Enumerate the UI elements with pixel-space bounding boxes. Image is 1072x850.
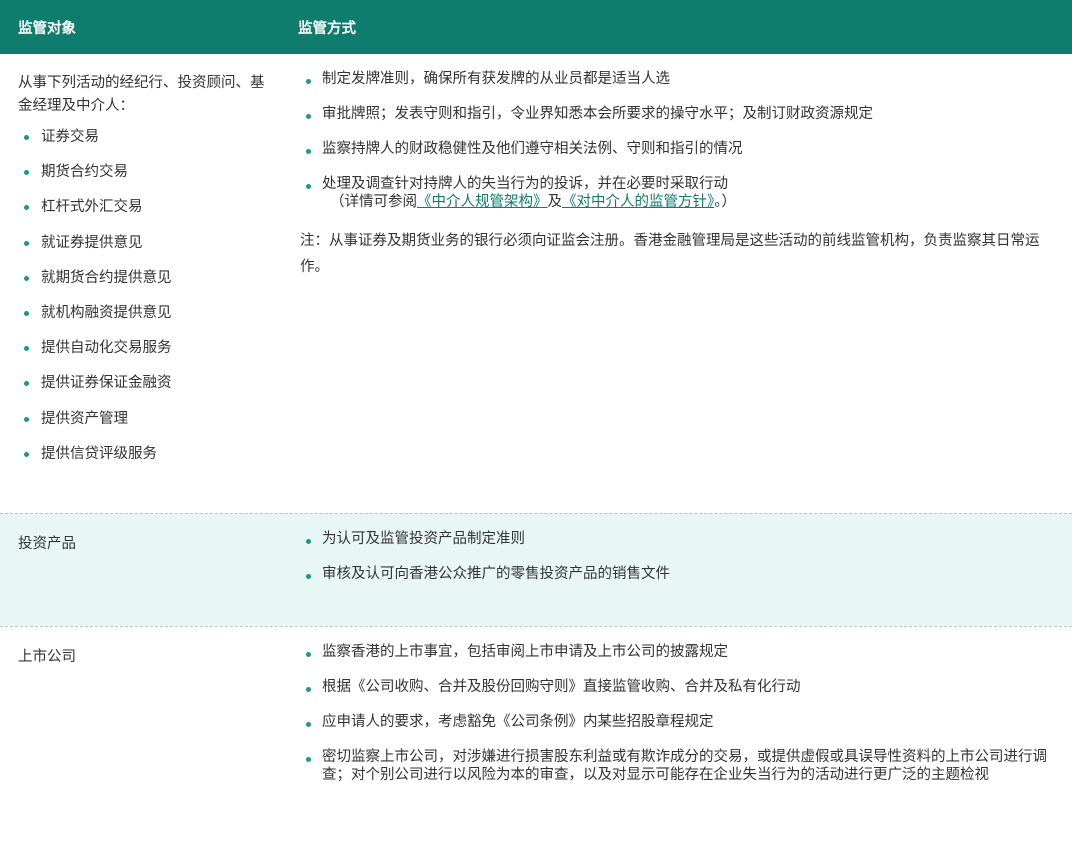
- list-item: 就期货合约提供意见: [18, 267, 282, 302]
- list-item: 密切监察上市公司，对涉嫌进行损害股东利益或有欺诈成分的交易，或提供虚假或具误导性…: [300, 748, 1058, 784]
- list-item: 监察香港的上市事宜，包括审阅上市申请及上市公司的披露规定: [300, 643, 1058, 661]
- method-list: 监察香港的上市事宜，包括审阅上市申请及上市公司的披露规定 根据《公司收购、合并及…: [300, 643, 1058, 784]
- list-item: 处理及调查针对持牌人的失当行为的投诉，并在必要时采取行动 （详情可参阅《中介人规…: [300, 175, 1058, 211]
- note-text: 注：从事证券及期货业务的银行必须向证监会注册。香港金融管理局是这些活动的前线监管…: [300, 233, 1040, 275]
- list-item: 期货合约交易: [18, 161, 282, 196]
- list-item: 证券交易: [18, 126, 282, 161]
- subject-cell: 投资产品: [0, 514, 282, 626]
- list-item: 应申请人的要求，考虑豁免《公司条例》内某些招股章程规定: [300, 713, 1058, 731]
- cite-and: 及: [547, 194, 563, 210]
- subject-cell: 从事下列活动的经纪行、投资顾问、基金经理及中介人： 证券交易 期货合约交易 杠杆…: [0, 54, 282, 513]
- table-row: 上市公司 监察香港的上市事宜，包括审阅上市申请及上市公司的披露规定 根据《公司收…: [0, 626, 1072, 850]
- list-item: 提供信贷评级服务: [18, 443, 282, 478]
- regulation-table: 监管对象 监管方式 从事下列活动的经纪行、投资顾问、基金经理及中介人： 证券交易…: [0, 0, 1072, 850]
- subject-label: 投资产品: [18, 536, 76, 552]
- list-item: 提供证券保证金融资: [18, 372, 282, 407]
- list-item: 为认可及监管投资产品制定准则: [300, 530, 1058, 548]
- list-item: 就机构融资提供意见: [18, 302, 282, 337]
- table-row: 投资产品 为认可及监管投资产品制定准则 审核及认可向香港公众推广的零售投资产品的…: [0, 513, 1072, 626]
- header-method: 监管方式: [298, 20, 356, 37]
- activity-list: 证券交易 期货合约交易 杠杆式外汇交易 就证券提供意见 就期货合约提供意见 就机…: [18, 126, 282, 478]
- header-subject: 监管对象: [18, 20, 76, 37]
- citation: （详情可参阅《中介人规管架构》及《对中介人的监管方针》。）: [322, 193, 1058, 211]
- list-item: 制定发牌准则，确保所有获发牌的从业员都是适当人选: [300, 70, 1058, 88]
- method-list: 为认可及监管投资产品制定准则 审核及认可向香港公众推广的零售投资产品的销售文件: [300, 530, 1058, 583]
- method-list: 制定发牌准则，确保所有获发牌的从业员都是适当人选 审批牌照；发表守则和指引，令业…: [300, 70, 1058, 211]
- list-item: 提供资产管理: [18, 408, 282, 443]
- method-cell: 制定发牌准则，确保所有获发牌的从业员都是适当人选 审批牌照；发表守则和指引，令业…: [282, 54, 1072, 513]
- method-text: 处理及调查针对持牌人的失当行为的投诉，并在必要时采取行动: [322, 176, 728, 192]
- list-item: 审批牌照；发表守则和指引，令业界知悉本会所要求的操守水平；及制订财政资源规定: [300, 105, 1058, 123]
- subject-label: 上市公司: [18, 649, 76, 665]
- subject-intro: 从事下列活动的经纪行、投资顾问、基金经理及中介人：: [18, 75, 265, 114]
- cite-prefix: （详情可参阅: [330, 194, 417, 210]
- table-row: 从事下列活动的经纪行、投资顾问、基金经理及中介人： 证券交易 期货合约交易 杠杆…: [0, 54, 1072, 513]
- list-item: 杠杆式外汇交易: [18, 196, 282, 231]
- link-intermediary-approach[interactable]: 《对中介人的监管方针》: [562, 194, 714, 210]
- list-item: 审核及认可向香港公众推广的零售投资产品的销售文件: [300, 565, 1058, 583]
- method-cell: 为认可及监管投资产品制定准则 审核及认可向香港公众推广的零售投资产品的销售文件: [282, 514, 1072, 626]
- subject-cell: 上市公司: [0, 627, 282, 850]
- list-item: 就证券提供意见: [18, 232, 282, 267]
- method-cell: 监察香港的上市事宜，包括审阅上市申请及上市公司的披露规定 根据《公司收购、合并及…: [282, 627, 1072, 850]
- list-item: 监察持牌人的财政稳健性及他们遵守相关法例、守则和指引的情况: [300, 140, 1058, 158]
- table-header: 监管对象 监管方式: [0, 0, 1072, 54]
- list-item: 提供自动化交易服务: [18, 337, 282, 372]
- cite-suffix: 。）: [714, 194, 736, 210]
- link-intermediary-framework[interactable]: 《中介人规管架构》: [417, 194, 548, 210]
- list-item: 根据《公司收购、合并及股份回购守则》直接监管收购、合并及私有化行动: [300, 678, 1058, 696]
